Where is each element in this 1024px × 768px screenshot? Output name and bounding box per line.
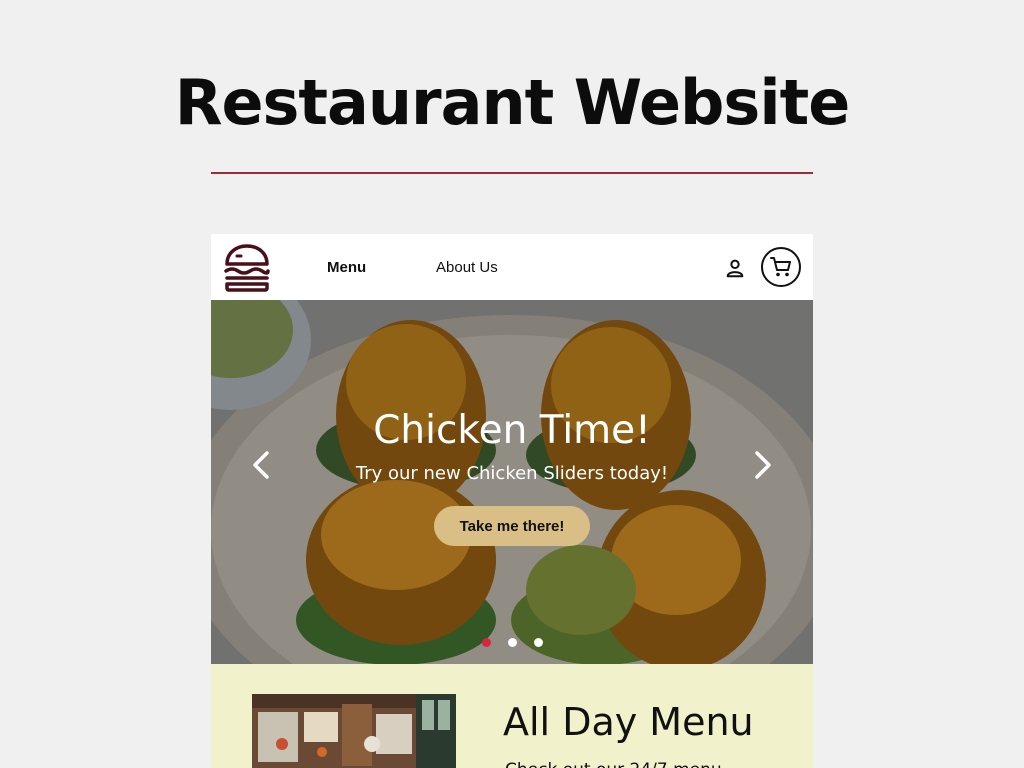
restaurant-interior-photo xyxy=(252,694,456,768)
menu-hours-text: Check out our 24/7 menu xyxy=(505,760,722,768)
page-title: Restaurant Website xyxy=(174,66,851,139)
user-icon[interactable] xyxy=(724,257,746,279)
carousel-dot-1[interactable] xyxy=(482,638,491,647)
carousel-dots xyxy=(482,638,546,648)
shopping-cart-icon xyxy=(770,257,791,277)
cart-button[interactable] xyxy=(761,247,801,287)
burger-logo-icon[interactable] xyxy=(223,244,271,292)
nav-link-menu[interactable]: Menu xyxy=(327,259,366,276)
all-day-menu-heading: All Day Menu xyxy=(503,700,754,744)
hero-subheading: Try our new Chicken Sliders today! xyxy=(355,463,669,484)
navbar: Menu About Us xyxy=(211,234,813,300)
title-divider xyxy=(211,172,813,174)
take-me-there-button[interactable]: Take me there! xyxy=(434,506,590,546)
carousel-dot-2[interactable] xyxy=(508,638,517,647)
hero-heading: Chicken Time! xyxy=(373,408,651,453)
hero-carousel: Chicken Time! Try our new Chicken Slider… xyxy=(211,300,813,664)
all-day-menu-section: All Day Menu Check out our 24/7 menu xyxy=(211,664,813,768)
carousel-dot-3[interactable] xyxy=(534,638,543,647)
website-mockup: Menu About Us Chicken Time! Try our new … xyxy=(211,234,813,768)
nav-link-about-us[interactable]: About Us xyxy=(436,259,498,276)
